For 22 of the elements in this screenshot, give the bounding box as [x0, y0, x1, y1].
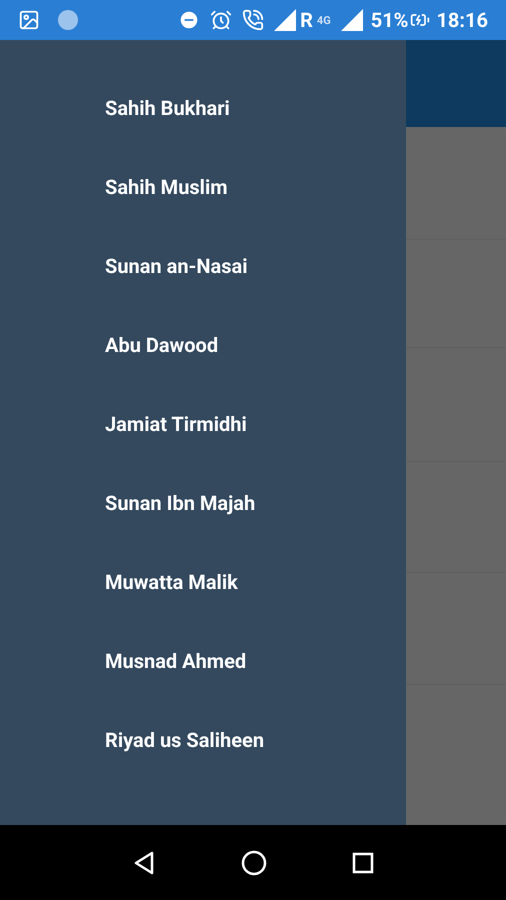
- signal-icon: [274, 9, 296, 31]
- signal-icon: [340, 9, 363, 31]
- recents-icon[interactable]: [352, 852, 374, 874]
- battery-percent: 51%: [370, 7, 408, 34]
- drawer-item[interactable]: Jamiat Tirmidhi: [0, 410, 406, 489]
- do-not-disturb-icon: [178, 9, 200, 31]
- image-icon: [18, 9, 40, 31]
- drawer-item[interactable]: Sunan Ibn Majah: [0, 489, 406, 568]
- drawer-item[interactable]: Sahih Muslim: [0, 173, 406, 252]
- drawer-item[interactable]: Musnad Ahmed: [0, 647, 406, 726]
- drawer-item[interactable]: Muwatta Malik: [0, 568, 406, 647]
- phone-icon: [242, 9, 264, 31]
- network-type: 4G: [316, 14, 331, 26]
- drawer-item[interactable]: Sahih Bukhari: [0, 94, 406, 173]
- drawer-item[interactable]: Riyad us Saliheen: [0, 726, 406, 805]
- home-icon[interactable]: [240, 850, 267, 876]
- roaming-indicator: R: [300, 7, 313, 34]
- drawer-item[interactable]: Abu Dawood: [0, 331, 406, 410]
- clock: 18:16: [436, 7, 488, 34]
- drawer-item[interactable]: Sunan an-Nasai: [0, 252, 406, 331]
- back-icon[interactable]: [132, 850, 156, 874]
- alarm-icon: [210, 9, 232, 31]
